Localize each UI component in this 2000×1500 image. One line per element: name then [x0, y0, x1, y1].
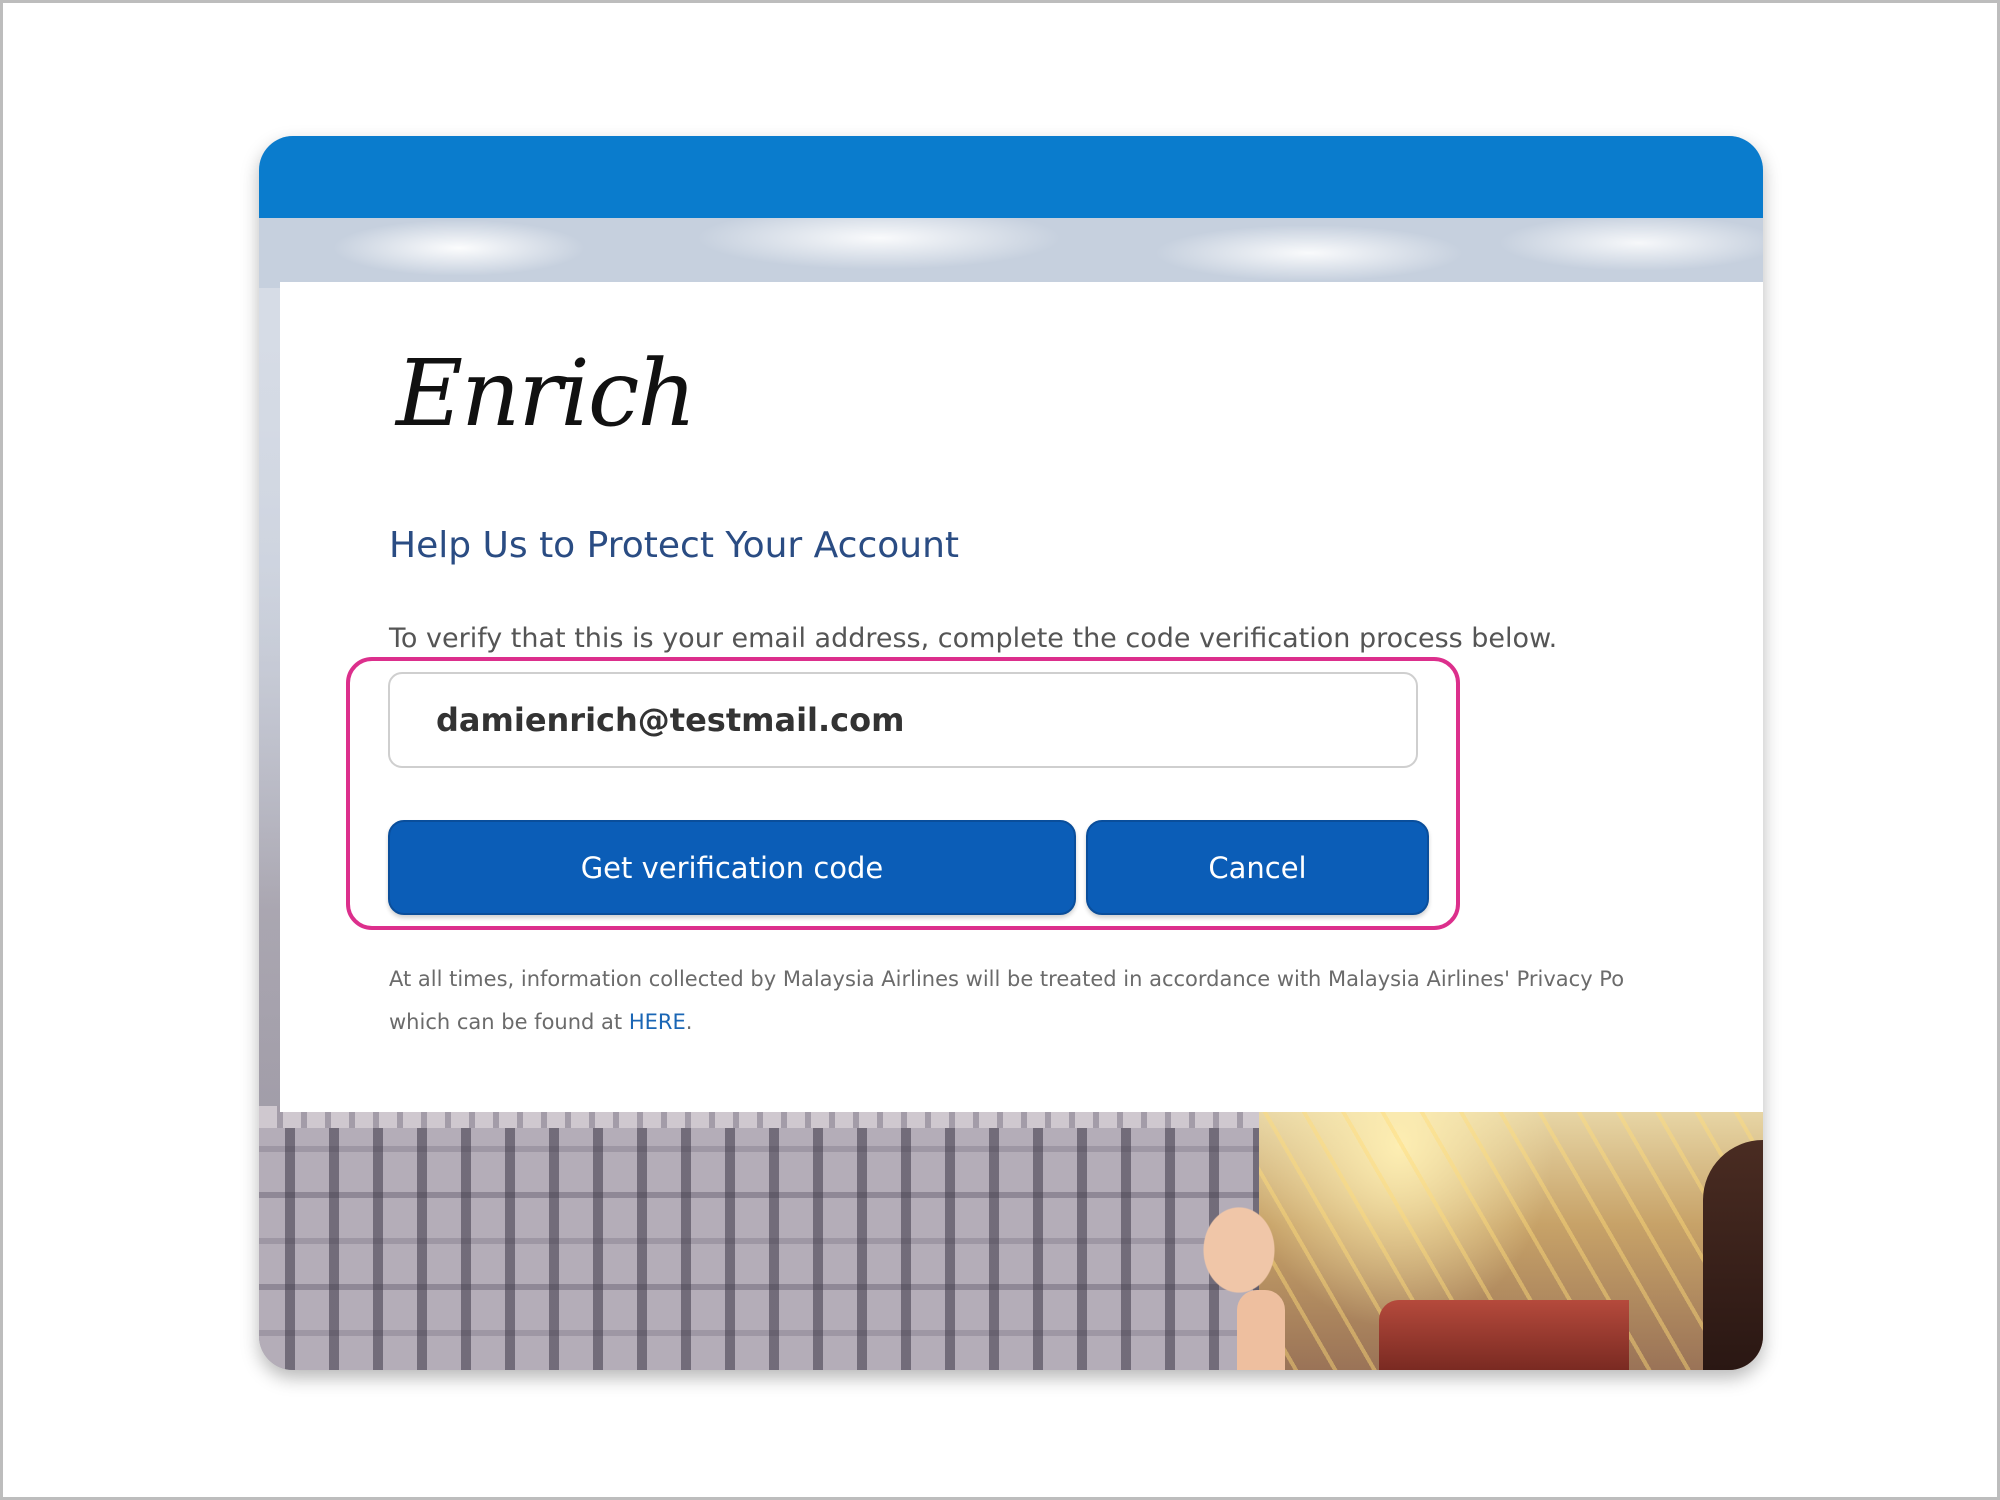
privacy-policy-link[interactable]: HERE [629, 1010, 686, 1034]
privacy-notice-prefix: which can be found at [389, 1010, 629, 1034]
instructions-text: To verify that this is your email addres… [389, 623, 1558, 654]
raised-hand [1189, 1200, 1289, 1370]
person-hair [1703, 1140, 1763, 1370]
background-building [259, 1106, 1259, 1370]
background-bus [1379, 1300, 1629, 1370]
privacy-notice-suffix: . [685, 1010, 693, 1034]
highlight-box [346, 657, 1460, 930]
privacy-notice-line-1: At all times, information collected by M… [389, 967, 1625, 991]
enrich-logo: Enrich [396, 340, 697, 447]
background-street [1259, 1106, 1763, 1370]
privacy-notice-line-2: which can be found at HERE. [389, 1001, 1763, 1044]
sky-clouds [259, 218, 1763, 288]
page-title: Help Us to Protect Your Account [389, 525, 960, 566]
privacy-notice: At all times, information collected by M… [389, 958, 1763, 1044]
raised-arm [1237, 1290, 1285, 1370]
top-bar [259, 136, 1763, 218]
